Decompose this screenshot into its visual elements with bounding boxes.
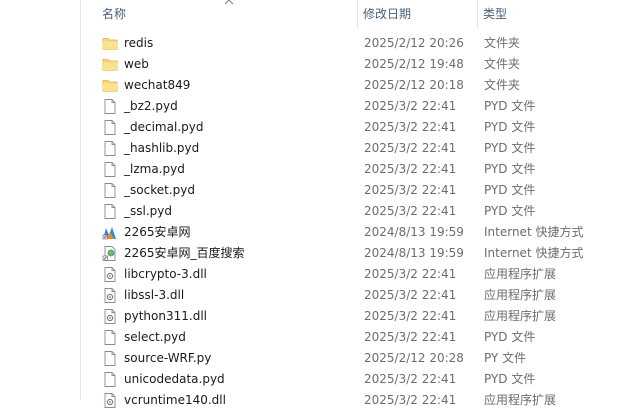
navigation-pane[interactable] xyxy=(0,0,80,400)
file-modified-date: 2025/3/2 22:41 xyxy=(364,267,457,281)
file-icon xyxy=(102,119,118,136)
file-type: 文件夹 xyxy=(484,36,521,50)
file-type: 应用程序扩展 xyxy=(484,309,557,323)
site-shortcut-icon xyxy=(102,224,118,241)
file-row[interactable]: libcrypto-3.dll 2025/3/2 22:41 应用程序扩展 xyxy=(81,264,640,285)
file-icon xyxy=(102,140,118,157)
column-header-type[interactable]: 类型 xyxy=(483,0,633,28)
file-name: wechat849 xyxy=(124,78,191,92)
file-row[interactable]: _decimal.pyd 2025/3/2 22:41 PYD 文件 xyxy=(81,117,640,138)
file-modified-date: 2025/3/2 22:41 xyxy=(364,288,457,302)
file-name: _ssl.pyd xyxy=(124,204,172,218)
file-name: select.pyd xyxy=(124,330,186,344)
file-modified-date: 2025/3/2 22:41 xyxy=(364,162,457,176)
dll-icon xyxy=(102,266,118,283)
file-type: 应用程序扩展 xyxy=(484,288,557,302)
file-type: PYD 文件 xyxy=(484,372,536,386)
file-icon xyxy=(102,350,118,367)
file-name: web xyxy=(124,57,149,71)
file-row[interactable]: source-WRF.py 2025/2/12 20:28 PY 文件 xyxy=(81,348,640,369)
file-row[interactable]: 2265安卓网 2024/8/13 19:59 Internet 快捷方式 xyxy=(81,222,640,243)
file-row[interactable]: _lzma.pyd 2025/3/2 22:41 PYD 文件 xyxy=(81,159,640,180)
file-row[interactable]: _socket.pyd 2025/3/2 22:41 PYD 文件 xyxy=(81,180,640,201)
file-modified-date: 2024/8/13 19:59 xyxy=(364,225,464,239)
file-row[interactable]: 2265安卓网_百度搜索 2024/8/13 19:59 Internet 快捷方式 xyxy=(81,243,640,264)
file-type: PYD 文件 xyxy=(484,162,536,176)
file-type: 文件夹 xyxy=(484,78,521,92)
file-row[interactable]: _bz2.pyd 2025/3/2 22:41 PYD 文件 xyxy=(81,96,640,117)
file-type: PYD 文件 xyxy=(484,183,536,197)
file-modified-date: 2025/3/2 22:41 xyxy=(364,120,457,134)
file-modified-date: 2025/3/2 22:41 xyxy=(364,141,457,155)
file-name: libcrypto-3.dll xyxy=(124,267,207,281)
file-list: redis 2025/2/12 20:26 文件夹 web 2025/2/12 19:4… xyxy=(81,33,640,411)
file-row[interactable]: wechat849 2025/2/12 20:18 文件夹 xyxy=(81,75,640,96)
file-type: PY 文件 xyxy=(484,351,527,365)
dll-icon xyxy=(102,392,118,409)
file-type: Internet 快捷方式 xyxy=(484,246,584,260)
file-name: source-WRF.py xyxy=(124,351,212,365)
column-divider[interactable] xyxy=(357,0,358,28)
file-modified-date: 2025/3/2 22:41 xyxy=(364,309,457,323)
file-name: redis xyxy=(124,36,154,50)
file-row[interactable]: vcruntime140.dll 2025/3/2 22:41 应用程序扩展 xyxy=(81,390,640,411)
file-row[interactable]: unicodedata.pyd 2025/3/2 22:41 PYD 文件 xyxy=(81,369,640,390)
file-modified-date: 2025/3/2 22:41 xyxy=(364,372,457,386)
column-divider[interactable] xyxy=(477,0,478,28)
file-name: vcruntime140.dll xyxy=(124,393,226,407)
column-header-row: 名称 修改日期 类型 xyxy=(81,0,640,28)
column-header-name[interactable]: 名称 xyxy=(102,0,352,28)
file-modified-date: 2025/2/12 19:48 xyxy=(364,57,464,71)
file-modified-date: 2025/3/2 22:41 xyxy=(364,183,457,197)
file-type: PYD 文件 xyxy=(484,204,536,218)
dll-icon xyxy=(102,287,118,304)
file-type: 应用程序扩展 xyxy=(484,267,557,281)
column-header-date[interactable]: 修改日期 xyxy=(363,0,478,28)
file-modified-date: 2025/3/2 22:41 xyxy=(364,330,457,344)
dll-icon xyxy=(102,308,118,325)
file-name: _lzma.pyd xyxy=(124,162,185,176)
file-modified-date: 2025/2/12 20:26 xyxy=(364,36,464,50)
file-type: PYD 文件 xyxy=(484,330,536,344)
file-icon xyxy=(102,161,118,178)
file-row[interactable]: libssl-3.dll 2025/3/2 22:41 应用程序扩展 xyxy=(81,285,640,306)
file-name: 2265安卓网_百度搜索 xyxy=(124,246,245,260)
file-modified-date: 2025/3/2 22:41 xyxy=(364,99,457,113)
file-type: 文件夹 xyxy=(484,57,521,71)
file-modified-date: 2025/3/2 22:41 xyxy=(364,204,457,218)
file-icon xyxy=(102,329,118,346)
file-modified-date: 2025/2/12 20:28 xyxy=(364,351,464,365)
file-modified-date: 2024/8/13 19:59 xyxy=(364,246,464,260)
web-shortcut-icon xyxy=(102,245,118,262)
file-icon xyxy=(102,371,118,388)
file-type: PYD 文件 xyxy=(484,141,536,155)
file-name: 2265安卓网 xyxy=(124,225,191,239)
file-name: _hashlib.pyd xyxy=(124,141,200,155)
folder-icon xyxy=(102,35,118,52)
file-type: PYD 文件 xyxy=(484,120,536,134)
folder-icon xyxy=(102,56,118,73)
file-type: Internet 快捷方式 xyxy=(484,225,584,239)
file-name: _bz2.pyd xyxy=(124,99,178,113)
file-modified-date: 2025/3/2 22:41 xyxy=(364,393,457,407)
file-name: _decimal.pyd xyxy=(124,120,204,134)
file-type: PYD 文件 xyxy=(484,99,536,113)
file-name: unicodedata.pyd xyxy=(124,372,225,386)
file-modified-date: 2025/2/12 20:18 xyxy=(364,78,464,92)
file-name: python311.dll xyxy=(124,309,207,323)
file-icon xyxy=(102,182,118,199)
file-row[interactable]: python311.dll 2025/3/2 22:41 应用程序扩展 xyxy=(81,306,640,327)
file-row[interactable]: _hashlib.pyd 2025/3/2 22:41 PYD 文件 xyxy=(81,138,640,159)
file-row[interactable]: _ssl.pyd 2025/3/2 22:41 PYD 文件 xyxy=(81,201,640,222)
file-icon xyxy=(102,203,118,220)
file-row[interactable]: redis 2025/2/12 20:26 文件夹 xyxy=(81,33,640,54)
file-name: libssl-3.dll xyxy=(124,288,185,302)
file-row[interactable]: select.pyd 2025/3/2 22:41 PYD 文件 xyxy=(81,327,640,348)
file-icon xyxy=(102,98,118,115)
file-type: 应用程序扩展 xyxy=(484,393,557,407)
file-list-pane[interactable]: 名称 修改日期 类型 redis 2025/2/12 20:26 文件夹 web 202… xyxy=(80,0,640,408)
file-row[interactable]: web 2025/2/12 19:48 文件夹 xyxy=(81,54,640,75)
file-name: _socket.pyd xyxy=(124,183,195,197)
folder-icon xyxy=(102,77,118,94)
